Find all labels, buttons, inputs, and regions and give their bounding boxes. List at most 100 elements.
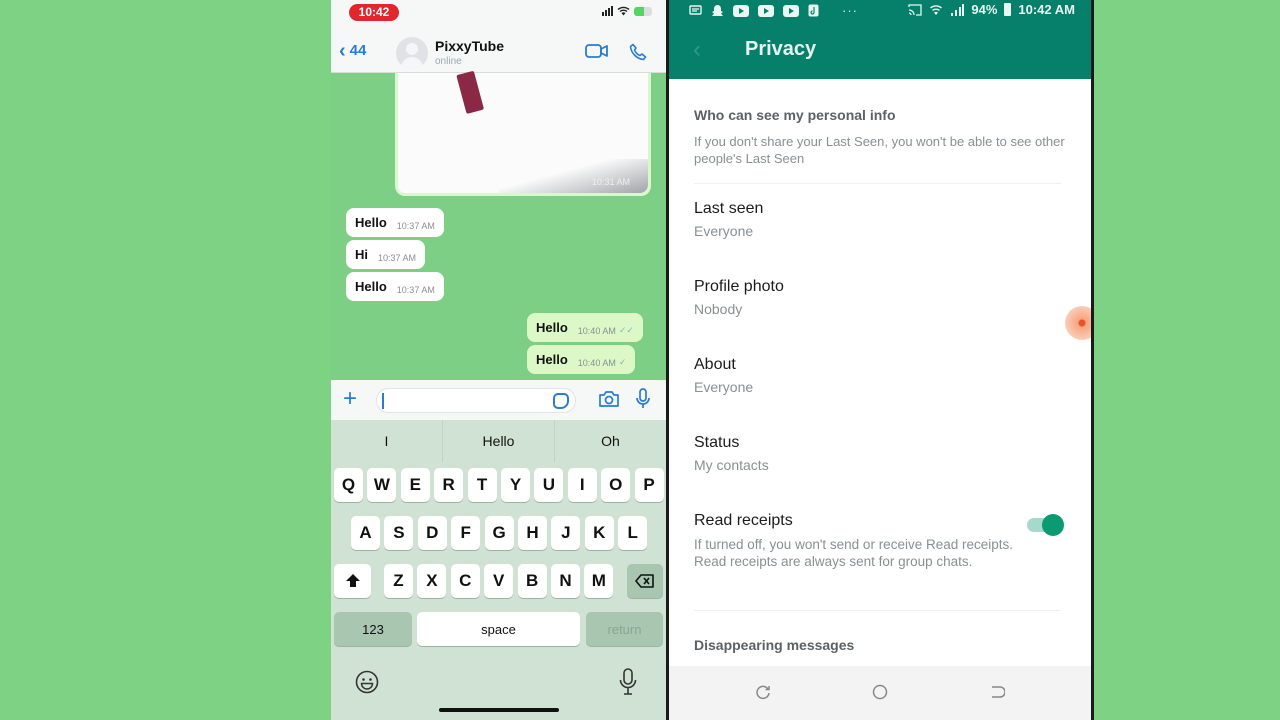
message-time: 10:37 AM (396, 220, 435, 231)
backspace-key[interactable] (627, 564, 663, 598)
key-f[interactable]: F (451, 516, 481, 550)
attach-plus-icon[interactable]: + (343, 387, 357, 411)
message-text: Hello (536, 352, 568, 367)
message-text: Hello (355, 215, 387, 230)
dictation-mic-icon[interactable] (619, 668, 637, 696)
key-s[interactable]: S (384, 516, 414, 550)
app-toolbar: ‹ Privacy (669, 22, 1091, 79)
image-shade (498, 159, 648, 193)
message-time: 10:40 AM (577, 357, 616, 368)
divider (694, 183, 1061, 184)
setting-status[interactable]: Status My contacts (669, 434, 1091, 504)
key-r[interactable]: R (434, 468, 464, 502)
setting-value: Everyone (694, 379, 754, 395)
setting-last-seen[interactable]: Last seen Everyone (669, 200, 1091, 270)
message-bubble-outgoing[interactable]: Hello 10:40 AM ✓ (527, 345, 636, 374)
back-arrow-icon[interactable]: ‹ (693, 36, 701, 64)
message-time: 10:37 AM (378, 252, 417, 263)
predictive-suggestions: I Hello Oh (331, 420, 666, 462)
numbers-key[interactable]: 123 (334, 612, 412, 646)
space-key[interactable]: space (417, 612, 580, 646)
back-nav-icon[interactable] (989, 684, 1005, 700)
section-header-disappearing: Disappearing messages (694, 637, 855, 653)
home-indicator[interactable] (439, 708, 559, 712)
setting-value: My contacts (694, 457, 769, 473)
setting-profile-photo[interactable]: Profile photo Nobody (669, 278, 1091, 348)
touch-indicator (1065, 306, 1091, 340)
setting-read-receipts[interactable]: Read receipts If turned off, you won't s… (669, 512, 1091, 602)
youtube-notification-icon (733, 4, 749, 17)
phone-call-icon[interactable] (629, 43, 647, 61)
key-a[interactable]: A (351, 516, 380, 550)
key-c[interactable]: C (450, 564, 480, 598)
sticker-icon[interactable] (553, 393, 569, 409)
key-w[interactable]: W (367, 468, 397, 502)
key-p[interactable]: P (634, 468, 664, 502)
system-status-icons: 94% 10:42 AM (908, 2, 1075, 17)
chevron-left-icon: ‹ (339, 39, 346, 62)
key-j[interactable]: J (551, 516, 581, 550)
shift-key[interactable] (334, 564, 371, 598)
key-v[interactable]: V (484, 564, 514, 598)
key-l[interactable]: L (618, 516, 648, 550)
status-time: 10:42 (349, 4, 399, 21)
chat-messages-area[interactable]: 10:31 AM Hello 10:37 AM Hi 10:37 AM Hell… (331, 70, 666, 380)
recent-apps-icon[interactable] (755, 684, 771, 700)
youtube-notification-icon (783, 4, 799, 17)
video-call-icon[interactable] (585, 43, 609, 59)
key-h[interactable]: H (518, 516, 547, 550)
key-e[interactable]: E (400, 468, 430, 502)
message-bubble-incoming[interactable]: Hello 10:37 AM (346, 208, 444, 237)
key-x[interactable]: X (417, 564, 447, 598)
key-k[interactable]: K (584, 516, 614, 550)
key-d[interactable]: D (417, 516, 447, 550)
battery-icon (1004, 3, 1012, 16)
ios-keyboard: I Hello Oh QWERTYUIOP ASDFGHJKL ZXCVBNM … (331, 420, 666, 720)
return-key[interactable]: return (586, 612, 663, 646)
toggle-thumb (1042, 514, 1064, 536)
setting-title: Status (694, 434, 740, 451)
camera-icon[interactable] (598, 390, 620, 408)
setting-title: Last seen (694, 200, 764, 217)
android-privacy-settings: ··· 94% 10:42 AM ‹ Privacy Who can see m… (666, 0, 1094, 720)
setting-value: Nobody (694, 301, 743, 317)
image-message[interactable]: 10:31 AM (395, 70, 651, 196)
setting-title: Profile photo (694, 278, 784, 295)
suggestion[interactable]: Hello (443, 420, 555, 462)
wifi-icon (930, 4, 943, 15)
key-i[interactable]: I (567, 468, 597, 502)
message-bubble-incoming[interactable]: Hello 10:37 AM (346, 272, 444, 301)
key-m[interactable]: M (584, 564, 614, 598)
contact-name[interactable]: PixxyTube (435, 38, 504, 54)
key-z[interactable]: Z (384, 564, 413, 598)
key-b[interactable]: B (517, 564, 547, 598)
home-icon[interactable] (872, 684, 888, 700)
key-u[interactable]: U (534, 468, 564, 502)
read-receipts-toggle[interactable] (1027, 514, 1064, 536)
key-n[interactable]: N (551, 564, 580, 598)
key-t[interactable]: T (467, 468, 497, 502)
status-icons (602, 6, 652, 16)
back-button[interactable]: ‹ 44 (339, 39, 366, 62)
status-time: 10:42 AM (1018, 2, 1075, 17)
snapchat-icon (712, 4, 723, 16)
key-y[interactable]: Y (501, 468, 530, 502)
suggestion[interactable]: I (331, 420, 443, 462)
message-bubble-outgoing[interactable]: Hello 10:40 AM ✓✓ (527, 313, 643, 342)
message-input[interactable] (376, 388, 576, 413)
contact-avatar[interactable] (396, 37, 428, 69)
image-content (456, 70, 485, 114)
privacy-settings-list[interactable]: Who can see my personal info If you don'… (669, 79, 1091, 659)
message-bubble-incoming[interactable]: Hi 10:37 AM (346, 240, 426, 269)
setting-about[interactable]: About Everyone (669, 356, 1091, 426)
section-header: Who can see my personal info (694, 107, 896, 123)
backspace-icon (635, 574, 654, 588)
key-o[interactable]: O (601, 468, 631, 502)
key-g[interactable]: G (484, 516, 514, 550)
suggestion[interactable]: Oh (555, 420, 666, 462)
microphone-icon[interactable] (636, 388, 650, 410)
key-q[interactable]: Q (334, 468, 363, 502)
battery-percent: 94% (971, 2, 998, 17)
emoji-icon[interactable] (355, 670, 379, 694)
message-time: 10:40 AM (577, 325, 616, 336)
